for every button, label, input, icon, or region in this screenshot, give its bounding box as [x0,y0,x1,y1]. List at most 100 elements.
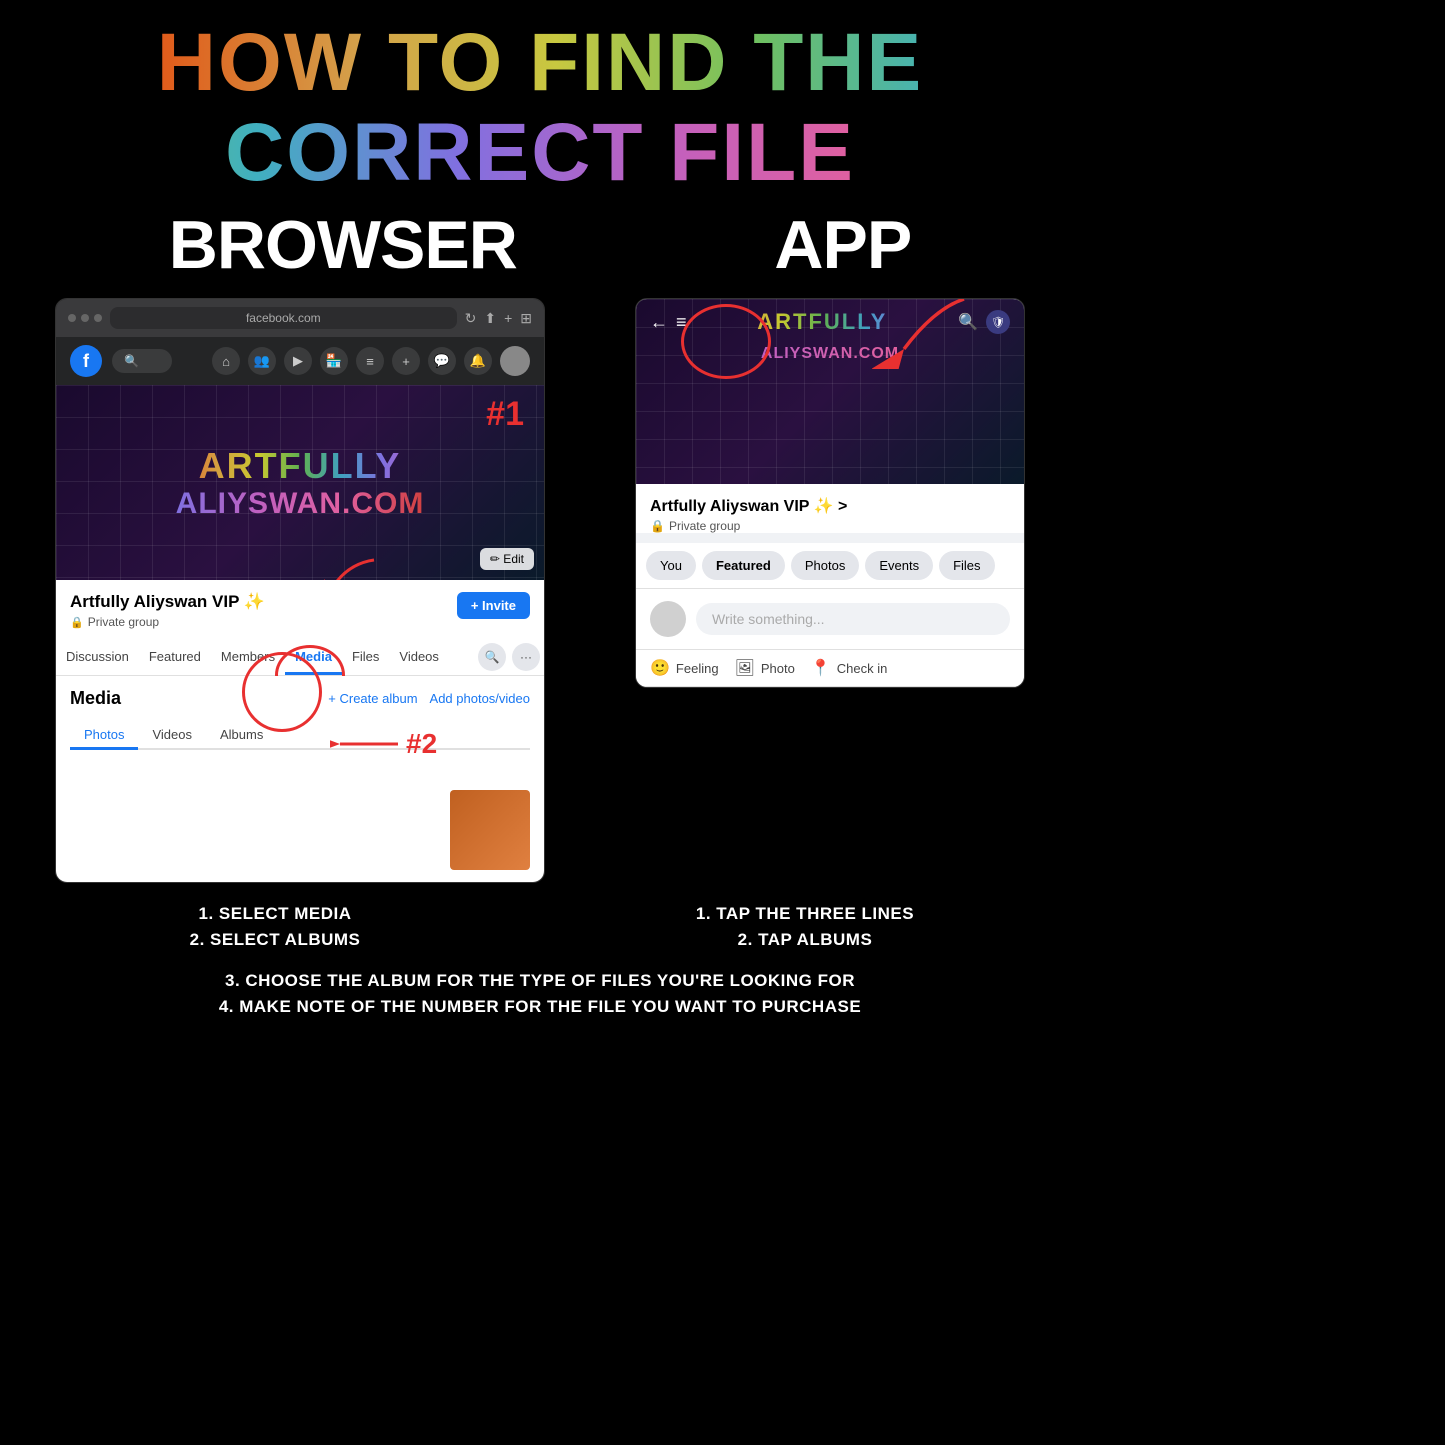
subtab-videos[interactable]: Videos [138,719,206,748]
step-4: 4. MAKE NOTE OF THE NUMBER FOR THE FILE … [20,994,1060,1020]
browser-dot-1 [68,314,76,322]
media-thumbnail-1 [450,790,530,870]
feeling-icon: 🙂 [650,658,670,678]
screenshots-row: facebook.com ↻ ⬆ + ⊞ f 🔍 ⌂ 👥 ▶ 🏪 ≡ + [0,298,1080,883]
create-album-btn[interactable]: + Create album [328,691,417,706]
section-headers: BROWSER APP [0,206,1080,298]
fb-people-icon[interactable]: 👥 [248,347,276,375]
app-step-2: 2. TAP ALBUMS [550,927,1060,953]
fb-avatar [500,346,530,376]
tab-featured[interactable]: Featured [139,639,211,675]
fb-search-box[interactable]: 🔍 [112,349,172,373]
browser-share-icon[interactable]: ⬆ [484,310,496,327]
search-tab-icon[interactable]: 🔍 [478,643,506,671]
more-tab-icon[interactable]: ··· [512,643,540,671]
edit-button[interactable]: ✏ Edit [480,548,534,570]
group-privacy-text-browser: Private group [88,615,159,629]
annotation-1-container: #1 [486,395,524,434]
app-header: ← ≡ ARTFULLY 🔍 🛡 ALIYSWAN.COM [636,299,1024,484]
invite-button[interactable]: + Invite [457,592,530,619]
cover-line1: ARTFULLY [176,445,425,487]
fb-bell-icon[interactable]: 🔔 [464,347,492,375]
browser-header: BROWSER [169,206,517,284]
app-step-1: 1. TAP THE THREE LINES [550,901,1060,927]
app-tab-you[interactable]: You [646,551,696,580]
browser-dots [68,314,102,322]
app-shield-icon[interactable]: 🛡 [986,310,1010,334]
cover-text-browser: ARTFULLY ALIYSWAN.COM [176,445,425,521]
group-name-browser: Artfully Aliyswan VIP ✨ [70,592,265,612]
browser-screenshot: facebook.com ↻ ⬆ + ⊞ f 🔍 ⌂ 👥 ▶ 🏪 ≡ + [55,298,545,883]
bottom-instructions: 3. CHOOSE THE ALBUM FOR THE TYPE OF FILE… [0,964,1080,1033]
browser-group-area: Artfully Aliyswan VIP ✨ 🔒 Private group … [56,580,544,882]
annotation-1-label: #1 [486,395,524,434]
app-group-privacy-text: Private group [669,519,740,533]
app-tab-events[interactable]: Events [865,551,933,580]
app-tab-featured[interactable]: Featured [702,551,785,580]
app-instruction-text: 1. TAP THE THREE LINES 2. TAP ALBUMS [550,901,1060,952]
tab-videos[interactable]: Videos [389,639,449,675]
browser-dot-2 [81,314,89,322]
instructions-row: 1. SELECT MEDIA 2. SELECT ALBUMS 1. TAP … [0,883,1080,964]
media-section: Media + Create album Add photos/video Ph… [56,676,544,882]
app-group-info: Artfully Aliyswan VIP ✨ > 🔒 Private grou… [636,484,1024,533]
fb-menu-icon[interactable]: ≡ [356,347,384,375]
app-screenshot: ← ≡ ARTFULLY 🔍 🛡 ALIYSWAN.COM [635,298,1025,688]
tab-files[interactable]: Files [342,639,389,675]
write-post-area: Write something... [636,589,1024,650]
browser-refresh-icon[interactable]: ↻ [465,310,477,327]
main-title: HOW TO FIND THE CORRECT FILE [0,0,1080,206]
app-tabs: You Featured Photos Events Files [636,543,1024,589]
browser-url-bar[interactable]: facebook.com [110,307,457,329]
add-photos-btn[interactable]: Add photos/video [430,691,530,706]
subtab-photos[interactable]: Photos [70,719,138,748]
fb-video-icon[interactable]: ▶ [284,347,312,375]
media-actions: + Create album Add photos/video [328,691,530,706]
cover-line2: ALIYSWAN.COM [176,487,425,521]
browser-add-tab-icon[interactable]: + [504,310,512,326]
app-tab-files[interactable]: Files [939,551,994,580]
browser-bar: facebook.com ↻ ⬆ + ⊞ [56,299,544,337]
action-photo[interactable]: 🖼 Photo [735,658,795,678]
action-feeling[interactable]: 🙂 Feeling [650,658,719,678]
annotation-2-container: #2 [330,728,437,760]
app-back-icon[interactable]: ← [650,312,668,333]
browser-instruction-text: 1. SELECT MEDIA 2. SELECT ALBUMS [20,901,530,952]
annotation-2-label: #2 [406,728,437,760]
fb-home-icon[interactable]: ⌂ [212,347,240,375]
facebook-nav: f 🔍 ⌂ 👥 ▶ 🏪 ≡ + 💬 🔔 [56,337,544,385]
fb-search-icon: 🔍 [124,354,139,368]
browser-grid-icon[interactable]: ⊞ [520,310,532,327]
app-tab-photos[interactable]: Photos [791,551,859,580]
lock-icon-browser: 🔒 [70,616,84,629]
group-tabs-container: Discussion Featured Members Media Files … [56,639,544,676]
app-lock-icon: 🔒 [650,519,665,533]
arrow-2-svg [330,729,400,759]
fb-plus-icon[interactable]: + [392,347,420,375]
tab-discussion[interactable]: Discussion [56,639,139,675]
app-group-name: Artfully Aliyswan VIP ✨ > [650,496,1010,516]
write-post-input[interactable]: Write something... [696,603,1010,635]
step-3: 3. CHOOSE THE ALBUM FOR THE TYPE OF FILE… [20,968,1060,994]
group-info-browser: Artfully Aliyswan VIP ✨ 🔒 Private group … [56,580,544,639]
tab-members[interactable]: Members [211,639,285,675]
subtab-albums[interactable]: Albums [206,719,277,748]
browser-dot-3 [94,314,102,322]
post-actions: 🙂 Feeling 🖼 Photo 📍 Check in [636,650,1024,687]
fb-store-icon[interactable]: 🏪 [320,347,348,375]
fb-messenger-icon[interactable]: 💬 [428,347,456,375]
main-container: HOW TO FIND THE CORRECT FILE BROWSER APP… [0,0,1080,1080]
app-group-privacy: 🔒 Private group [650,519,1010,533]
arrow-1-svg [309,555,389,580]
fb-nav-icons: ⌂ 👥 ▶ 🏪 ≡ + 💬 🔔 [212,346,530,376]
media-thumbnails [70,790,530,870]
action-checkin[interactable]: 📍 Check in [811,658,888,678]
tab-media[interactable]: Media [285,639,342,675]
browser-step-2: 2. SELECT ALBUMS [20,927,530,953]
media-sub-tabs-container: Photos Videos Albums [70,719,530,750]
app-arrow-svg [854,299,974,369]
feeling-label: Feeling [676,661,719,676]
cover-photo-browser: ARTFULLY ALIYSWAN.COM ✏ Edit #1 [56,385,544,580]
browser-instructions: 1. SELECT MEDIA 2. SELECT ALBUMS [20,901,530,952]
post-avatar [650,601,686,637]
